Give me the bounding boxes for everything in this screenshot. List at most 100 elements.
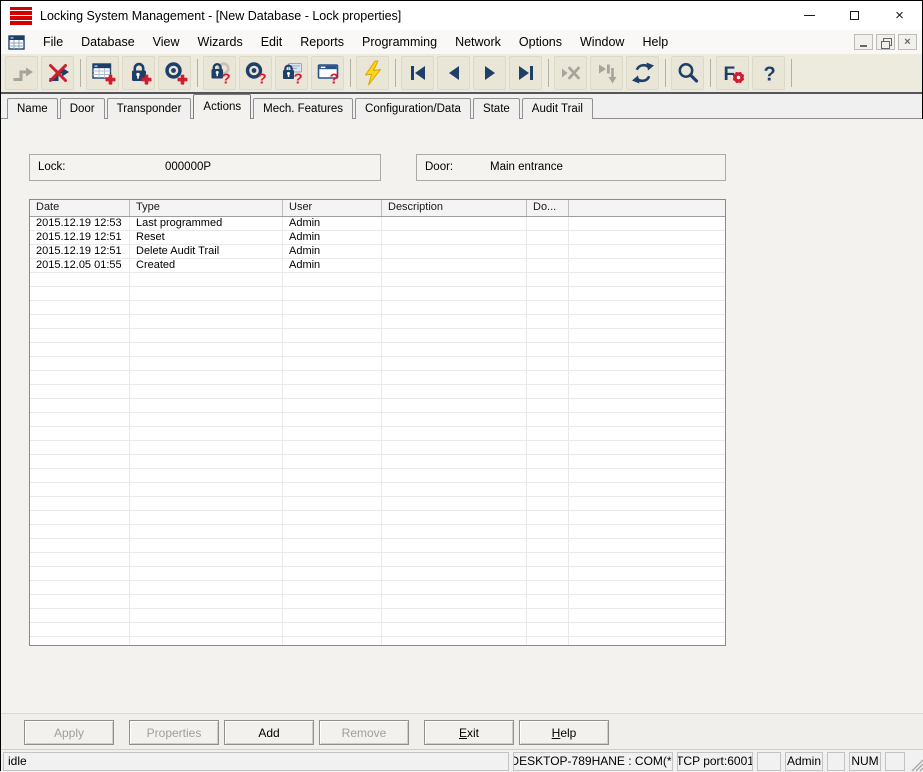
first-record-icon — [405, 60, 431, 86]
filter-settings-button[interactable]: F — [716, 56, 749, 90]
new-locking-system-button[interactable] — [86, 56, 119, 90]
cell — [527, 385, 569, 398]
column-header-date[interactable]: Date — [30, 200, 130, 216]
table-row[interactable]: 2015.12.19 12:51ResetAdmin — [30, 231, 725, 245]
maximize-button[interactable] — [832, 1, 877, 30]
cell — [283, 371, 382, 384]
cell — [569, 469, 725, 482]
cell — [283, 581, 382, 594]
cell — [283, 525, 382, 538]
menu-item-edit[interactable]: Edit — [252, 32, 292, 52]
cell — [382, 623, 527, 636]
mdi-minimize-button[interactable] — [854, 34, 873, 50]
cell — [283, 385, 382, 398]
toolbar: ? ? ? — [1, 54, 922, 94]
read-lock-button[interactable]: ? — [203, 56, 236, 90]
cell — [130, 329, 283, 342]
status-cell-empty — [827, 752, 845, 771]
cell — [527, 595, 569, 608]
table-row-empty — [30, 469, 725, 483]
cell — [283, 413, 382, 426]
new-lock-icon — [126, 60, 152, 86]
next-record-icon — [477, 60, 503, 86]
cell — [527, 301, 569, 314]
first-record-button[interactable] — [401, 56, 434, 90]
tab-transponder[interactable]: Transponder — [107, 98, 192, 119]
read-transponder-button[interactable]: ? — [239, 56, 272, 90]
cell: Delete Audit Trail — [130, 245, 283, 258]
table-row-empty — [30, 371, 725, 385]
refresh-button[interactable] — [626, 56, 659, 90]
mdi-restore-button[interactable] — [876, 34, 895, 50]
cell — [382, 217, 527, 230]
menu-item-window[interactable]: Window — [571, 32, 633, 52]
cell — [527, 287, 569, 300]
tab-configuration-data[interactable]: Configuration/Data — [355, 98, 471, 119]
resize-grip[interactable] — [907, 751, 923, 772]
menu-item-wizards[interactable]: Wizards — [189, 32, 252, 52]
table-row[interactable]: 2015.12.05 01:55CreatedAdmin — [30, 259, 725, 273]
mdi-close-button[interactable]: × — [898, 34, 917, 50]
table-row[interactable]: 2015.12.19 12:53Last programmedAdmin — [30, 217, 725, 231]
menu-item-network[interactable]: Network — [446, 32, 510, 52]
cell — [130, 399, 283, 412]
tab-name[interactable]: Name — [7, 98, 58, 119]
properties-button: Properties — [129, 720, 219, 745]
menu-item-database[interactable]: Database — [72, 32, 144, 52]
cell — [130, 539, 283, 552]
search-button[interactable] — [671, 56, 704, 90]
toolbar-separator — [80, 59, 81, 87]
minimize-button[interactable] — [787, 1, 832, 30]
read-network-node-button[interactable]: ? — [311, 56, 344, 90]
last-record-button[interactable] — [509, 56, 542, 90]
cell — [30, 497, 130, 510]
column-header-blank[interactable] — [569, 200, 725, 216]
tab-audit-trail[interactable]: Audit Trail — [522, 98, 593, 119]
next-record-button[interactable] — [473, 56, 506, 90]
close-icon: × — [895, 8, 904, 23]
menu-item-options[interactable]: Options — [510, 32, 571, 52]
cell — [569, 539, 725, 552]
toolbar-separator — [791, 59, 792, 87]
help-button[interactable]: ? — [752, 56, 785, 90]
svg-text:?: ? — [257, 71, 266, 87]
add-button[interactable]: Add — [224, 720, 314, 745]
column-header-do[interactable]: Do... — [527, 200, 569, 216]
read-mifare-lock-button[interactable]: ? — [275, 56, 308, 90]
table-row-empty — [30, 301, 725, 315]
toolbar-separator — [197, 59, 198, 87]
cell — [527, 511, 569, 524]
tab-mech-features[interactable]: Mech. Features — [253, 98, 353, 119]
program-button[interactable] — [356, 56, 389, 90]
help-button[interactable]: Help — [519, 720, 609, 745]
cell — [382, 287, 527, 300]
cell — [130, 595, 283, 608]
table-row[interactable]: 2015.12.19 12:51Delete Audit TrailAdmin — [30, 245, 725, 259]
column-header-type[interactable]: Type — [130, 200, 283, 216]
cell — [130, 287, 283, 300]
tab-state[interactable]: State — [473, 98, 520, 119]
cell — [569, 455, 725, 468]
column-header-user[interactable]: User — [283, 200, 382, 216]
exit-button[interactable]: Exit — [424, 720, 514, 745]
new-transponder-button[interactable] — [158, 56, 191, 90]
menu-item-help[interactable]: Help — [633, 32, 677, 52]
new-lock-button[interactable] — [122, 56, 155, 90]
cell: Created — [130, 259, 283, 272]
cell — [283, 623, 382, 636]
column-header-description[interactable]: Description — [382, 200, 527, 216]
actions-tab-page: Lock: 000000P Door: Main entrance DateTy… — [1, 119, 923, 713]
close-button[interactable]: × — [877, 1, 922, 30]
tab-door[interactable]: Door — [60, 98, 105, 119]
tab-actions[interactable]: Actions — [193, 94, 251, 119]
menu-item-reports[interactable]: Reports — [291, 32, 353, 52]
previous-record-icon — [441, 60, 467, 86]
cell — [527, 567, 569, 580]
menu-item-file[interactable]: File — [34, 32, 72, 52]
previous-record-button[interactable] — [437, 56, 470, 90]
menu-item-view[interactable]: View — [144, 32, 189, 52]
menu-item-programming[interactable]: Programming — [353, 32, 446, 52]
workflow-arrow-cancel-button[interactable] — [41, 56, 74, 90]
cell — [382, 441, 527, 454]
mdi-document-icon[interactable] — [8, 35, 25, 50]
